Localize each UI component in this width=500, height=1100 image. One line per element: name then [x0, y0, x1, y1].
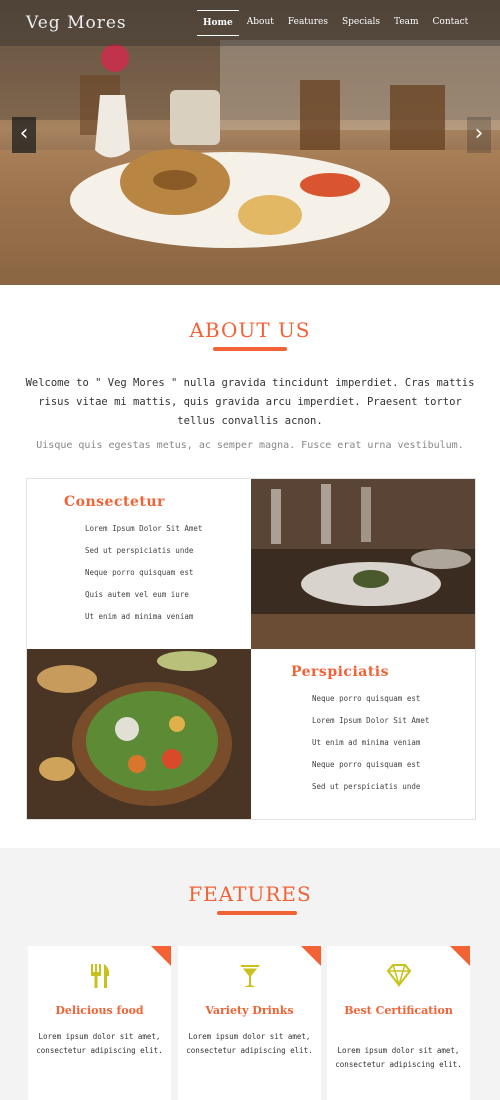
about-block-2-list: Neque porro quisquam est Lorem Ipsum Dol… — [312, 694, 429, 804]
slider-prev-button[interactable]: ‹ — [12, 117, 36, 153]
about-block-1: Consectetur Lorem Ipsum Dolor Sit Amet S… — [27, 479, 251, 649]
list-item: Sed ut perspiciatis unde — [312, 782, 421, 791]
nav-contact[interactable]: Contact — [427, 10, 475, 36]
list-item: Sed ut perspiciatis unde — [85, 546, 194, 555]
nav-home[interactable]: Home — [197, 10, 239, 36]
nav-team[interactable]: Team — [388, 10, 425, 36]
list-item: Lorem Ipsum Dolor Sit Amet — [85, 524, 203, 533]
feature-card-title: Variety Drinks — [205, 1004, 294, 1017]
feature-card-text: Lorem ipsum dolor sit amet, consectetur … — [186, 1032, 313, 1055]
feature-card-text: Lorem ipsum dolor sit amet, consectetur … — [335, 1046, 462, 1069]
about-block-2-title: Perspiciatis — [291, 664, 390, 680]
about-intro-text: Welcome to " Veg Mores " nulla gravida t… — [25, 377, 475, 427]
about-title-underline — [213, 347, 287, 351]
hero-slider: Veg Mores Home About Features Specials T… — [0, 0, 500, 285]
list-item: Neque porro quisquam est — [85, 568, 194, 577]
feature-card-text: Lorem ipsum dolor sit amet, consectetur … — [36, 1032, 163, 1055]
cutlery-icon — [28, 962, 171, 992]
about-block-1-list: Lorem Ipsum Dolor Sit Amet Sed ut perspi… — [85, 524, 202, 634]
list-item: Quis autem vel eum iure — [85, 590, 189, 599]
restaurant-table-image — [251, 479, 475, 649]
site-logo[interactable]: Veg Mores — [26, 13, 127, 33]
salad-bowl-image — [27, 649, 251, 819]
feature-card: Best Certification Lorem ipsum dolor sit… — [327, 946, 470, 1100]
cocktail-icon — [178, 962, 321, 992]
list-item: Ut enim ad minima veniam — [85, 612, 194, 621]
feature-card-title: Best Certification — [344, 1004, 453, 1017]
feature-card: Delicious food Lorem ipsum dolor sit ame… — [28, 946, 171, 1100]
slider-next-button[interactable]: › — [467, 117, 491, 153]
features-title: FEATURES — [188, 882, 312, 906]
nav-specials[interactable]: Specials — [336, 10, 386, 36]
feature-card-title: Delicious food — [55, 1004, 144, 1017]
list-item: Ut enim ad minima veniam — [312, 738, 421, 747]
main-nav: Home About Features Specials Team Contac… — [197, 10, 476, 36]
about-title: ABOUT US — [189, 318, 311, 342]
nav-features[interactable]: Features — [282, 10, 334, 36]
about-block-2: Perspiciatis Neque porro quisquam est Lo… — [251, 649, 475, 819]
about-grid: Consectetur Lorem Ipsum Dolor Sit Amet S… — [26, 478, 476, 820]
features-title-underline — [217, 911, 297, 915]
feature-card: Variety Drinks Lorem ipsum dolor sit ame… — [178, 946, 321, 1100]
diamond-icon — [327, 962, 470, 992]
about-block-1-title: Consectetur — [64, 494, 165, 510]
nav-about[interactable]: About — [241, 10, 280, 36]
about-subtext: Uisque quis egestas metus, ac semper mag… — [36, 440, 464, 451]
list-item: Lorem Ipsum Dolor Sit Amet — [312, 716, 430, 725]
list-item: Neque porro quisquam est — [312, 694, 421, 703]
list-item: Neque porro quisquam est — [312, 760, 421, 769]
